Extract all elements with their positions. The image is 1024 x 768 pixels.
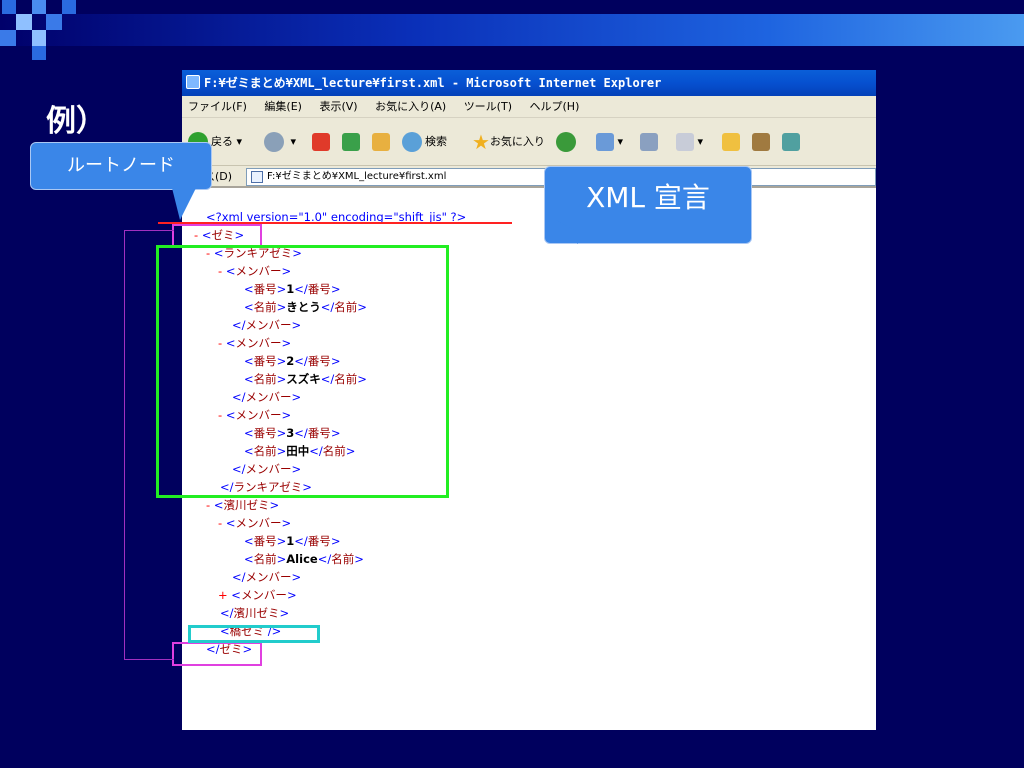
xml-group2-close: </濱川ゼミ> (220, 606, 290, 620)
group-highlight-box (156, 245, 449, 498)
folder-icon (722, 133, 740, 151)
star-icon: ★ (472, 130, 490, 154)
xml-member-open: - <メンバー> (218, 516, 292, 530)
search-button[interactable]: 検索 (402, 130, 447, 154)
decor-square (0, 30, 16, 46)
research-icon (752, 133, 770, 151)
decor-square (62, 0, 76, 14)
refresh-button[interactable] (342, 130, 360, 154)
address-bar: ス(D) F:¥ゼミまとめ¥XML_lecture¥first.xml (182, 166, 876, 188)
favorites-button[interactable]: ★お気に入り (472, 130, 545, 154)
edit-button[interactable]: ▾ (676, 130, 703, 154)
page-icon (251, 171, 263, 183)
menu-help[interactable]: ヘルプ(H) (530, 100, 580, 113)
xml-group2-open: - <濱川ゼミ> (206, 498, 280, 512)
menu-favorites[interactable]: お気に入り(A) (375, 100, 446, 113)
menu-view[interactable]: 表示(V) (319, 100, 357, 113)
ie-page-icon (186, 75, 200, 89)
xml-member-close: </メンバー> (232, 570, 302, 584)
header-gradient-bar (0, 14, 1024, 46)
xml-member-collapsed: + <メンバー> (218, 588, 297, 602)
stop-icon (312, 133, 330, 151)
decor-square (2, 0, 16, 14)
expand-toggle[interactable]: + (218, 588, 228, 602)
xml-name-line: <名前>Alice</名前> (244, 552, 364, 566)
menu-tools[interactable]: ツール(T) (464, 100, 512, 113)
root-close-highlight-box (172, 642, 262, 666)
history-button[interactable] (556, 130, 579, 154)
mail-button[interactable]: ▾ (596, 130, 623, 154)
address-value: F:¥ゼミまとめ¥XML_lecture¥first.xml (267, 171, 447, 182)
print-icon (640, 133, 658, 151)
refresh-icon (342, 133, 360, 151)
toolbar: 戻る ▾ ▾ 検索 ★お気に入り ▾ ▾ (182, 118, 876, 166)
menu-bar: ファイル(F) 編集(E) 表示(V) お気に入り(A) ツール(T) ヘルプ(… (182, 96, 876, 118)
xml-callout-pointer (546, 214, 578, 244)
root-node-callout-label: ルートノード (67, 155, 175, 176)
menu-edit[interactable]: 編集(E) (264, 100, 302, 113)
forward-arrow-icon (264, 132, 284, 152)
stop-button[interactable] (312, 130, 330, 154)
menu-file[interactable]: ファイル(F) (188, 100, 247, 113)
decor-square (16, 14, 32, 30)
messenger-icon (782, 133, 800, 151)
declaration-underline (158, 222, 512, 224)
forward-button[interactable]: ▾ (264, 130, 296, 154)
xml-number-line: <番号>1</番号> (244, 534, 341, 548)
decor-square (46, 14, 62, 30)
window-titlebar: F:¥ゼミまとめ¥XML_lecture¥first.xml - Microso… (182, 70, 876, 96)
folder-button[interactable] (722, 130, 740, 154)
slide-title: 例） (46, 104, 106, 139)
home-button[interactable] (372, 130, 390, 154)
xml-declaration-callout-label: XML 宣言 (586, 181, 710, 214)
decor-square (32, 0, 46, 14)
collapse-toggle[interactable]: - (218, 516, 222, 530)
decor-square (32, 30, 46, 46)
mail-icon (596, 133, 614, 151)
root-node-callout: ルートノード (30, 142, 212, 190)
decor-square (32, 46, 46, 60)
research-button[interactable] (752, 130, 770, 154)
collapse-toggle[interactable]: - (206, 498, 210, 512)
window-title: F:¥ゼミまとめ¥XML_lecture¥first.xml - Microso… (204, 76, 662, 90)
empty-element-highlight-box (188, 625, 320, 643)
root-callout-pointer (172, 188, 196, 220)
search-icon (402, 132, 422, 152)
print-button[interactable] (640, 130, 658, 154)
home-icon (372, 133, 390, 151)
history-icon (556, 132, 576, 152)
messenger-button[interactable] (782, 130, 800, 154)
edit-icon (676, 133, 694, 151)
